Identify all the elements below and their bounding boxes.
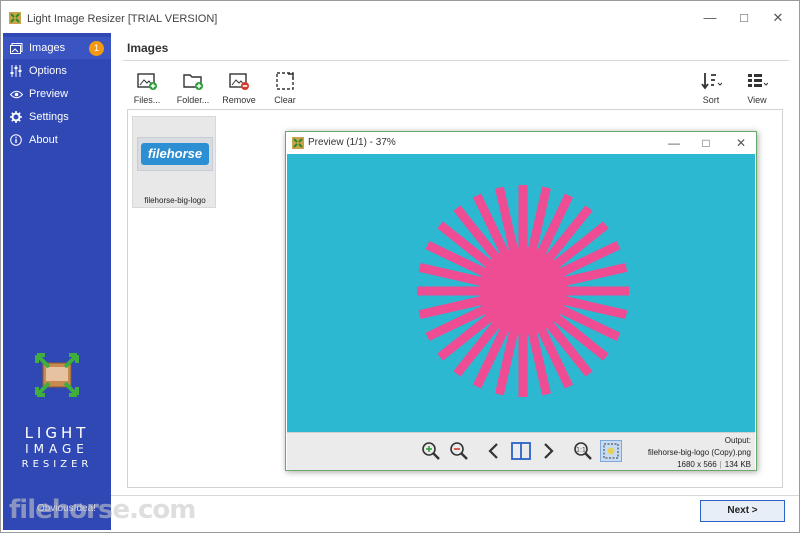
add-files-button[interactable]: Files... (121, 71, 173, 107)
sidebar: Images 1 Options Preview Settings About … (3, 33, 111, 530)
preview-close-button[interactable]: ✕ (733, 135, 749, 151)
footer-divider (111, 495, 799, 496)
info-icon (9, 133, 23, 147)
watermark: filehorse.com (9, 495, 196, 525)
app-logo-icon (9, 12, 21, 24)
add-folder-icon (183, 74, 203, 90)
next-image-button[interactable] (538, 440, 560, 462)
sidebar-item-about[interactable]: About (3, 129, 111, 151)
view-list-icon (748, 74, 768, 87)
output-dimensions: 1680 x 566 (677, 460, 717, 469)
svg-text:1:1: 1:1 (576, 447, 586, 454)
add-folder-button[interactable]: Folder... (167, 71, 219, 107)
preview-image (417, 185, 629, 397)
chevron-right-icon (544, 443, 554, 459)
preview-maximize-button[interactable]: □ (698, 135, 714, 151)
sidebar-item-label: Options (29, 65, 67, 77)
sliders-icon (9, 64, 23, 78)
wordmark-line: IMAGE (25, 442, 89, 456)
gear-icon (9, 110, 23, 124)
sidebar-item-preview[interactable]: Preview (3, 83, 111, 105)
filehorse-logo: filehorse (141, 143, 209, 165)
product-wordmark: LIGHT IMAGE RESIZER (3, 425, 111, 473)
sidebar-item-label: Images (29, 42, 66, 54)
image-count-badge: 1 (89, 41, 104, 56)
clear-button[interactable]: Clear (259, 71, 311, 107)
sidebar-item-label: Settings (29, 111, 69, 123)
sidebar-item-label: About (29, 134, 58, 146)
minimize-button[interactable]: — (701, 9, 719, 27)
window-title: Light Image Resizer [TRIAL VERSION] (27, 13, 218, 25)
output-info: Output: filehorse-big-logo (Copy).png 16… (648, 435, 751, 471)
light-image-resizer-logo-icon (35, 353, 79, 397)
toolbar-label: Clear (274, 95, 296, 105)
compare-button[interactable] (510, 440, 532, 462)
toolbar-label: View (747, 95, 767, 105)
separator: | (719, 460, 722, 469)
sidebar-item-settings[interactable]: Settings (3, 106, 111, 128)
previous-button[interactable] (482, 440, 504, 462)
add-image-icon (137, 73, 157, 90)
actual-size-button[interactable]: 1:1 (572, 440, 594, 462)
remove-button[interactable]: Remove (213, 71, 265, 107)
zoom-out-icon (450, 442, 468, 460)
thumbnail-filename: filehorse-big-logo (144, 196, 206, 205)
fit-window-icon (603, 443, 619, 459)
toolbar-label: Folder... (176, 95, 210, 105)
preview-window: Preview (1/1) - 37% — □ ✕ 1:1 Output: fi… (285, 131, 757, 471)
clear-icon (276, 72, 294, 90)
output-filesize: 134 KB (724, 460, 751, 469)
toolbar-label: Sort (702, 95, 720, 105)
output-label: Output: (724, 436, 751, 445)
sidebar-item-options[interactable]: Options (3, 60, 111, 82)
zoom-actual-size-icon: 1:1 (574, 442, 592, 460)
divider (123, 60, 789, 61)
images-icon (9, 41, 23, 55)
preview-image-canvas (287, 154, 755, 432)
zoom-in-button[interactable] (420, 440, 442, 462)
sidebar-item-label: Preview (29, 88, 69, 100)
app-logo-icon (292, 137, 304, 149)
toolbar-label: Files... (133, 95, 161, 105)
toolbar-label: Remove (222, 95, 256, 105)
zoom-in-icon (422, 442, 440, 460)
sort-icon (701, 73, 722, 90)
app-window: Light Image Resizer [TRIAL VERSION] — □ … (0, 0, 800, 533)
thumbnail-image: filehorse (137, 137, 213, 171)
preview-title: Preview (1/1) - 37% (308, 137, 396, 148)
eye-icon (9, 87, 23, 101)
sort-button[interactable]: Sort (685, 71, 737, 107)
next-button[interactable]: Next > (700, 500, 785, 522)
remove-image-icon (229, 73, 249, 90)
zoom-out-button[interactable] (448, 440, 470, 462)
sidebar-item-images[interactable]: Images 1 (3, 37, 111, 59)
title-bar: Light Image Resizer [TRIAL VERSION] — □ … (1, 1, 799, 33)
wordmark-line: LIGHT (24, 424, 90, 442)
close-button[interactable]: ✕ (769, 9, 787, 27)
view-button[interactable]: View (731, 71, 783, 107)
image-thumbnail[interactable]: filehorse filehorse-big-logo (132, 116, 216, 208)
preview-toolbar: 1:1 Output: filehorse-big-logo (Copy).pn… (287, 432, 755, 470)
output-filename: filehorse-big-logo (Copy).png (647, 448, 751, 457)
preview-minimize-button[interactable]: — (666, 135, 682, 151)
chevron-left-icon (488, 443, 498, 459)
page-title: Images (127, 41, 169, 55)
wordmark-line: RESIZER (21, 459, 93, 470)
maximize-button[interactable]: □ (735, 9, 753, 27)
output-meta: 1680 x 566 | 134 KB (648, 459, 751, 471)
fit-to-window-button[interactable] (600, 440, 622, 462)
split-view-icon (511, 442, 531, 460)
